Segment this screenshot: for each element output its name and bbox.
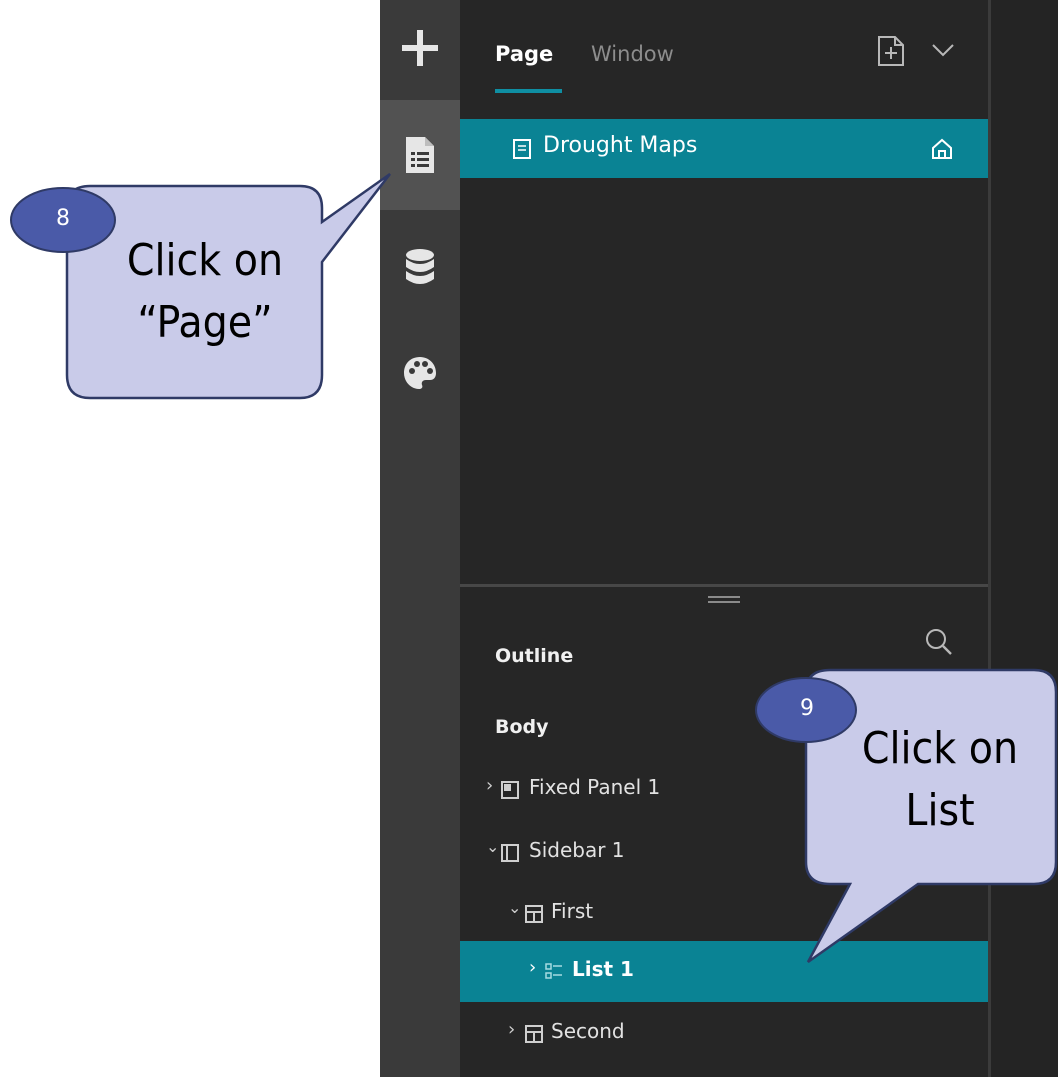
callout-9-badge: 9: [800, 696, 814, 721]
callout-9-shape: [755, 668, 1058, 964]
callout-9-line1: Click on: [861, 723, 1019, 774]
callout-9-line2: List: [905, 785, 975, 836]
callout-9-text: Click on List: [825, 718, 1055, 842]
